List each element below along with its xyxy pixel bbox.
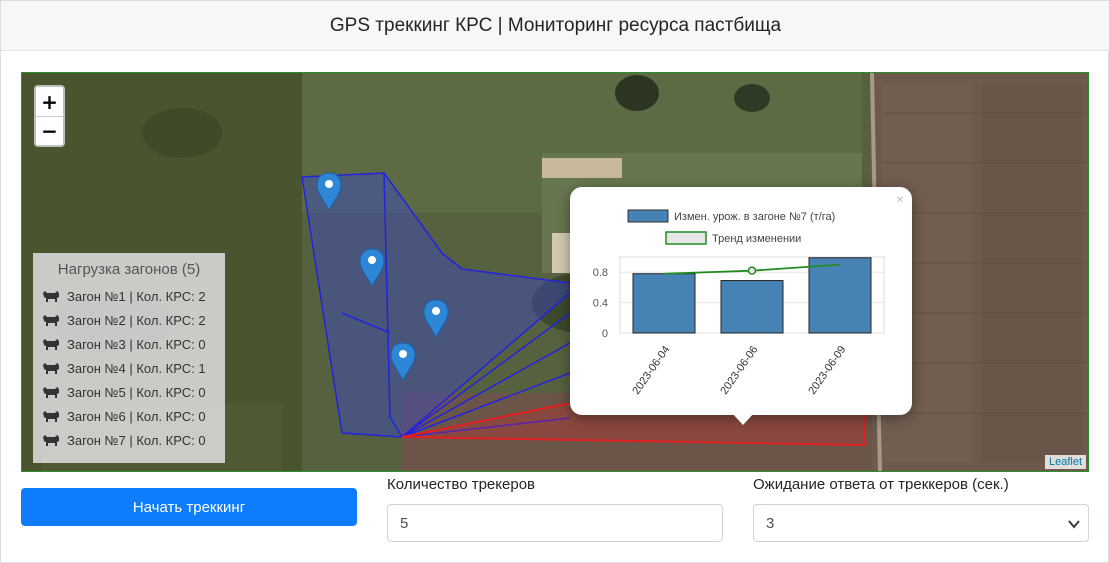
bar: [808, 257, 872, 334]
legend-row-label: Загон №6 | Кол. КРС: 0: [67, 408, 206, 424]
legend-row-label: Загон №2 | Кол. КРС: 2: [67, 312, 206, 328]
cow-icon: [43, 435, 59, 446]
timeout-value: 3: [766, 514, 775, 532]
legend-label-line: Тренд изменении: [712, 233, 801, 245]
trackers-count-input[interactable]: 5: [387, 504, 723, 542]
trackers-count-value: 5: [400, 514, 409, 532]
x-tick-label: 2023-06-09: [806, 344, 848, 397]
zoom-out-button[interactable]: −: [36, 116, 63, 145]
legend-row: Загон №1 | Кол. КРС: 2: [41, 284, 217, 308]
legend-row-label: Загон №7 | Кол. КРС: 0: [67, 432, 206, 448]
chart-popup: × Измен. урож. в загоне №7 (т/га) Тренд и…: [570, 187, 912, 415]
yield-chart: Измен. урож. в загоне №7 (т/га) Тренд изм…: [593, 209, 885, 397]
x-tick-label: 2023-06-06: [718, 344, 760, 397]
legend-row: Загон №2 | Кол. КРС: 2: [41, 308, 217, 332]
y-tick-label: 0: [602, 328, 608, 340]
page-title: GPS треккинг КРС | Мониторинг ресурса па…: [329, 14, 782, 36]
cow-icon: [43, 363, 59, 374]
bar: [632, 273, 696, 334]
y-tick-label: 0.4: [593, 298, 608, 310]
legend-row: Загон №3 | Кол. КРС: 0: [41, 332, 217, 356]
cow-icon: [43, 411, 59, 422]
legend-row-label: Загон №3 | Кол. КРС: 0: [67, 336, 206, 352]
popup-tip: [732, 413, 754, 425]
legend-row: Загон №5 | Кол. КРС: 0: [41, 380, 217, 404]
trend-point: [747, 266, 757, 275]
legend-row: Загон №6 | Кол. КРС: 0: [41, 404, 217, 428]
cow-icon: [43, 339, 59, 350]
timeout-label: Ожидание ответа от треккеров (сек.): [753, 476, 1009, 493]
bar: [720, 280, 784, 334]
zoom-control: + −: [34, 85, 65, 147]
attribution-link[interactable]: Leaflet: [1049, 456, 1082, 468]
cow-icon: [43, 315, 59, 326]
paddock-load-legend: Нагрузка загонов (5) Загон №1 | Кол. КРС…: [33, 253, 225, 463]
y-tick-label: 0.8: [593, 267, 608, 279]
x-tick-label: 2023-06-04: [630, 344, 672, 397]
chevron-down-icon: [1068, 520, 1080, 529]
legend-title: Нагрузка загонов (5): [57, 261, 201, 278]
legend-row-label: Загон №1 | Кол. КРС: 2: [67, 288, 206, 304]
close-icon[interactable]: ×: [896, 191, 904, 207]
page-header: GPS треккинг КРС | Мониторинг ресурса па…: [1, 1, 1109, 51]
legend-swatch-bar: [627, 209, 669, 223]
legend-swatch-line: [665, 231, 707, 245]
cow-icon: [43, 291, 59, 302]
start-tracking-button[interactable]: Начать треккинг: [21, 488, 357, 526]
zoom-in-button[interactable]: +: [36, 87, 63, 116]
map-view[interactable]: + − Нагрузка загонов (5) Загон №1 | Кол.…: [21, 72, 1089, 472]
legend-row-label: Загон №5 | Кол. КРС: 0: [67, 384, 206, 400]
cow-icon: [43, 387, 59, 398]
map-attribution[interactable]: Leaflet: [1044, 455, 1086, 469]
legend-row: Загон №4 | Кол. КРС: 1: [41, 356, 217, 380]
legend-row-label: Загон №4 | Кол. КРС: 1: [67, 360, 206, 376]
trackers-count-label: Количество трекеров: [387, 476, 536, 493]
legend-row: Загон №7 | Кол. КРС: 0: [41, 428, 217, 452]
legend-label-bar: Измен. урож. в загоне №7 (т/га): [674, 211, 835, 223]
timeout-select[interactable]: 3: [753, 504, 1089, 542]
page: GPS треккинг КРС | Мониторинг ресурса па…: [0, 0, 1109, 563]
